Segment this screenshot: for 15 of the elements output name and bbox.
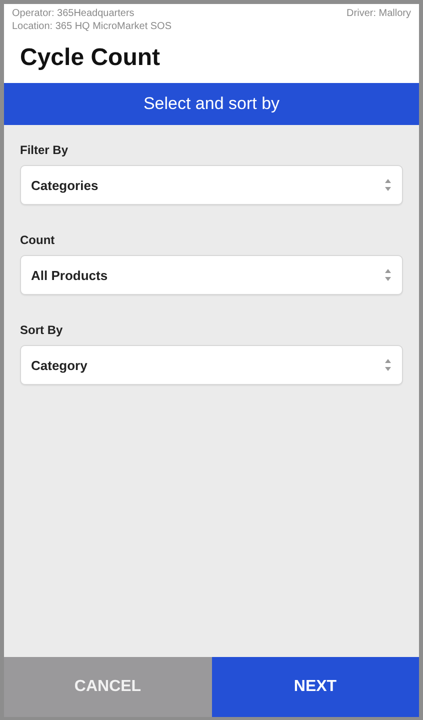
page-title: Cycle Count — [20, 44, 162, 73]
driver-text: Driver: Mallory — [346, 8, 411, 20]
field-label: Sort By — [20, 322, 64, 340]
field-label: Filter By — [20, 142, 70, 160]
updown-arrow-icon — [384, 267, 392, 284]
next-button[interactable]: NEXT — [212, 657, 419, 717]
select-field[interactable]: Category — [20, 345, 403, 386]
updown-arrow-icon — [384, 177, 392, 194]
section-banner: Select and sort by — [4, 82, 419, 126]
select-field[interactable]: Categories — [20, 165, 403, 206]
operator-text: Operator: 365Headquarters — [12, 8, 134, 20]
updown-arrow-icon — [384, 357, 392, 374]
select-field[interactable]: All Products — [20, 255, 403, 296]
field-label: Count — [20, 232, 56, 250]
location-text: Location: 365 HQ MicroMarket SOS — [12, 20, 173, 33]
